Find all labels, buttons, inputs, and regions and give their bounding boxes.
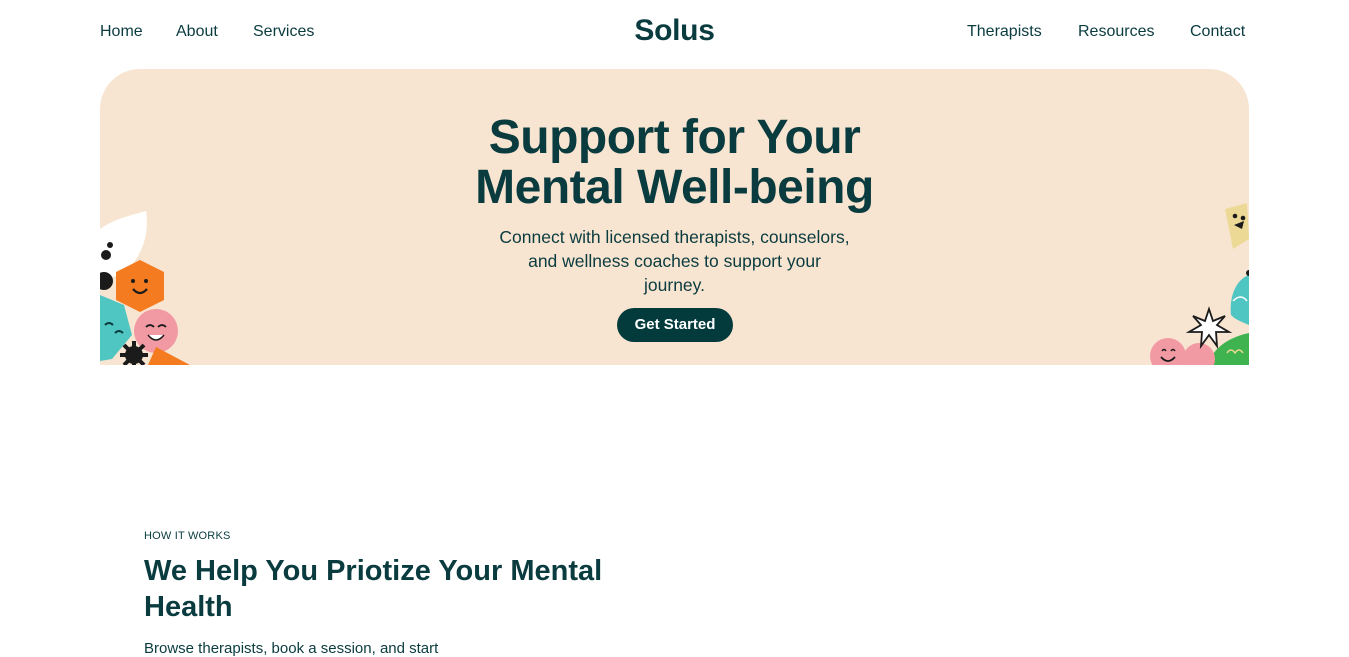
nav-link-therapists[interactable]: Therapists	[967, 22, 1042, 42]
hero-subtitle-line-2: and wellness coaches to support your	[528, 251, 821, 271]
right-character-illustration	[1150, 203, 1249, 365]
nav-link-resources[interactable]: Resources	[1078, 22, 1154, 42]
get-started-button[interactable]: Get Started	[617, 308, 733, 342]
hero-title-line-2: Mental Well-being	[475, 161, 874, 214]
section-title: We Help You Priotize Your Mental Health	[144, 555, 603, 623]
leaf-eye	[107, 242, 113, 248]
hero-subtitle: Connect with licensed therapists, counse…	[474, 225, 875, 297]
hero-subtitle-line-3: journey.	[644, 275, 705, 295]
star-burst-shape	[1185, 306, 1233, 350]
section-eyebrow: HOW IT WORKS	[144, 530, 231, 542]
hero-subtitle-line-1: Connect with licensed therapists, counse…	[499, 227, 850, 247]
hero-banner: Support for Your Mental Well-being Conne…	[100, 69, 1249, 365]
leaf-mark	[101, 250, 111, 260]
hero-title-line-1: Support for Your	[488, 111, 861, 164]
nav-link-contact[interactable]: Contact	[1190, 22, 1245, 42]
left-character-illustration	[100, 211, 190, 365]
top-navigation: Home About Services Solus Therapists Res…	[0, 0, 1349, 64]
hero-title: Support for Your Mental Well-being	[100, 113, 1249, 213]
